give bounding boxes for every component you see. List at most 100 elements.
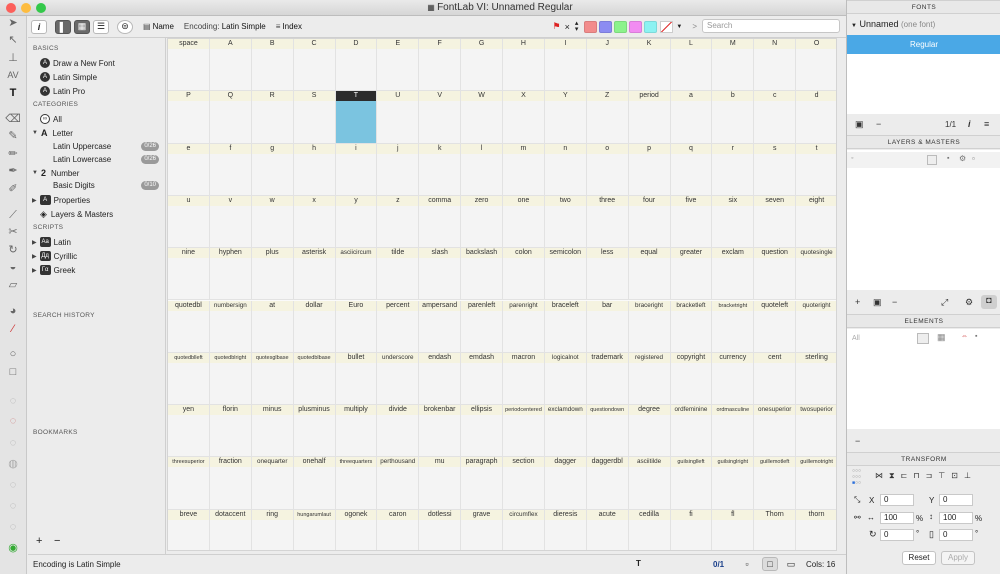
- glyph-cell[interactable]: logicalnot: [544, 352, 587, 406]
- y-field[interactable]: 0: [939, 494, 973, 506]
- glyph-cell[interactable]: mu: [419, 457, 462, 510]
- glyph-cell[interactable]: exclam: [712, 248, 755, 301]
- glyph-cell[interactable]: G: [461, 39, 503, 92]
- align-left-icon[interactable]: ⊏: [901, 471, 914, 480]
- glyph-cell[interactable]: section: [503, 457, 545, 510]
- glyph-cell[interactable]: ring: [251, 509, 294, 550]
- lock-icon[interactable]: ▪: [947, 155, 949, 162]
- glyph-cell[interactable]: less: [586, 248, 629, 301]
- font-properties-icon[interactable]: i: [968, 119, 971, 129]
- eraser-tool-icon[interactable]: ⌫: [5, 112, 21, 127]
- glyph-cell[interactable]: bullet: [335, 352, 378, 406]
- remove-bookmark-button[interactable]: −: [54, 535, 60, 547]
- glyph-cell[interactable]: divide: [377, 405, 420, 458]
- layer-options-icon[interactable]: ▫: [972, 154, 975, 163]
- glyph-cell[interactable]: b: [712, 91, 755, 144]
- zoom-window-button[interactable]: [36, 3, 46, 13]
- glyph-cell[interactable]: T: [335, 91, 378, 144]
- glyph-cell[interactable]: z: [377, 195, 420, 249]
- glyph-cell[interactable]: quotesingle: [796, 248, 836, 301]
- glyph-cell[interactable]: r: [712, 143, 755, 196]
- width-scale-field[interactable]: 100: [880, 512, 914, 524]
- glyph-cell[interactable]: quotesglbase: [251, 352, 294, 406]
- glyph-cell[interactable]: colon: [503, 248, 545, 301]
- glyph-cell[interactable]: macron: [503, 352, 545, 406]
- glyph-cell[interactable]: asciitilde: [628, 457, 671, 510]
- glyph-cell[interactable]: cent: [754, 352, 797, 406]
- glyph-cell[interactable]: perthousand: [377, 457, 420, 510]
- glyph-cell[interactable]: fraction: [209, 457, 252, 510]
- layer-settings-icon[interactable]: ⚙: [965, 297, 973, 308]
- glyph-cell[interactable]: circumflex: [503, 509, 545, 550]
- pointer-tool-icon[interactable]: ↖: [5, 33, 21, 48]
- glyph-cell[interactable]: q: [670, 143, 713, 196]
- glyph-cell[interactable]: question: [754, 248, 797, 301]
- sidebar-item-draw-new-font[interactable]: A Draw a New Font: [40, 58, 115, 68]
- sidebar-item-greek[interactable]: ▶ Γα Greek: [32, 265, 75, 275]
- glyph-cell[interactable]: v: [209, 195, 252, 249]
- brush-tool-icon[interactable]: ✎: [5, 129, 21, 144]
- glyph-cell[interactable]: o: [586, 143, 629, 196]
- glyph-cell[interactable]: guilsinglleft: [670, 457, 713, 510]
- glyph-cell[interactable]: braceright: [628, 300, 671, 353]
- glyph-cell[interactable]: d: [796, 91, 836, 144]
- align-right-icon[interactable]: ⊐: [926, 471, 939, 480]
- glyph-cell[interactable]: asterisk: [293, 248, 336, 301]
- glyph-cell[interactable]: brokenbar: [419, 405, 462, 458]
- glyph-cell[interactable]: P: [168, 91, 210, 144]
- glyph-cell[interactable]: g: [251, 143, 294, 196]
- glyph-cell[interactable]: F: [419, 39, 462, 92]
- glyph-cell[interactable]: acute: [586, 509, 629, 550]
- tool-slot-2-icon[interactable]: ◌: [5, 414, 21, 429]
- stepper-icon[interactable]: ▴ ▾: [575, 20, 579, 33]
- glyph-cell[interactable]: sterling: [796, 352, 836, 406]
- glyph-cell[interactable]: five: [670, 195, 713, 249]
- glyph-cell[interactable]: U: [377, 91, 420, 144]
- duplicate-layer-icon[interactable]: ▣: [873, 297, 882, 308]
- glyph-cell[interactable]: tilde: [377, 248, 420, 301]
- glyph-cell[interactable]: ordmasculine: [712, 405, 755, 458]
- rotate-tool-icon[interactable]: ↻: [5, 243, 21, 258]
- glyph-cell[interactable]: six: [712, 195, 755, 249]
- metrics-tool-icon[interactable]: ⊥: [5, 51, 21, 66]
- glyph-cell[interactable]: Z: [586, 91, 629, 144]
- glyph-cell[interactable]: quoteright: [796, 300, 836, 353]
- glyph-cell[interactable]: f: [209, 143, 252, 196]
- view-sidebar-button[interactable]: ▌: [55, 19, 71, 34]
- glyph-cell[interactable]: u: [168, 195, 210, 249]
- glyph-cell[interactable]: V: [419, 91, 462, 144]
- glyph-cell[interactable]: parenleft: [461, 300, 503, 353]
- fill-tool-icon[interactable]: ◒: [5, 260, 21, 275]
- glyph-cell[interactable]: two: [544, 195, 587, 249]
- glyph-cell[interactable]: periodcentered: [503, 405, 545, 458]
- glyph-cell[interactable]: semicolon: [544, 248, 587, 301]
- remove-font-button[interactable]: −: [876, 119, 881, 129]
- tool-slot-7-icon[interactable]: ◌: [5, 520, 21, 535]
- encoding-selector[interactable]: Encoding: Latin Simple: [184, 22, 266, 31]
- glyph-cell[interactable]: I: [544, 39, 587, 92]
- align-center-icon[interactable]: ⊓: [913, 471, 925, 480]
- knife-tool-icon[interactable]: ⟋: [5, 208, 21, 223]
- glyph-cell[interactable]: plusminus: [293, 405, 336, 458]
- glyph-cell[interactable]: dagger: [544, 457, 587, 510]
- glyph-cell[interactable]: zero: [461, 195, 503, 249]
- mark-color-swatch[interactable]: [644, 20, 658, 33]
- glyph-cell[interactable]: ampersand: [419, 300, 462, 353]
- layer-row[interactable]: ◦ ▪ ⚙ ▫: [847, 152, 1000, 168]
- glyph-cell[interactable]: m: [503, 143, 545, 196]
- columns-count[interactable]: Cols: 16: [806, 560, 835, 569]
- glyph-cell[interactable]: asciicircum: [335, 248, 378, 301]
- glyph-cell[interactable]: minus: [251, 405, 294, 458]
- mark-color-swatch[interactable]: [614, 20, 628, 33]
- tool-slot-8-icon[interactable]: ◉: [5, 541, 21, 556]
- glyph-cell[interactable]: endash: [419, 352, 462, 406]
- sidebar-item-properties[interactable]: ▶ A Properties: [32, 195, 90, 205]
- scale-link-icon[interactable]: ⚯: [854, 513, 861, 522]
- search-input[interactable]: Search: [702, 19, 840, 33]
- flip-vertical-icon[interactable]: ⧗: [889, 471, 901, 480]
- glyph-cell[interactable]: bar: [586, 300, 629, 353]
- disclosure-open-icon[interactable]: ▼: [32, 170, 38, 176]
- tool-slot-6-icon[interactable]: ◌: [5, 499, 21, 514]
- align-middle-icon[interactable]: ⊡: [951, 471, 964, 480]
- glyph-cell[interactable]: currency: [712, 352, 755, 406]
